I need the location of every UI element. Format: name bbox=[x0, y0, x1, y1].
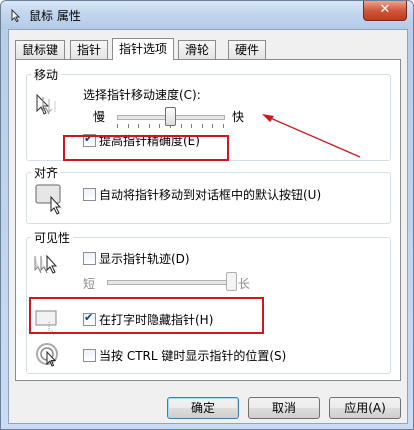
apply-button[interactable]: 应用(A) bbox=[329, 397, 401, 419]
speed-slider-tick bbox=[138, 124, 140, 128]
close-button[interactable]: ✕ bbox=[363, 1, 407, 21]
speed-slider-tick bbox=[148, 124, 150, 128]
ctrl-location-label[interactable]: 当按 CTRL 键时显示指针的位置(S) bbox=[99, 347, 286, 364]
show-location-icon bbox=[36, 343, 58, 367]
ctrl-location-checkbox[interactable] bbox=[83, 349, 96, 362]
speed-slider-tick bbox=[212, 124, 214, 128]
speed-slider-tick bbox=[180, 124, 182, 128]
motion-group-label: 移动 bbox=[31, 66, 62, 83]
trails-slider-track bbox=[107, 280, 233, 285]
mouse-properties-window: 鼠标 属性 ✕ 鼠标键 指针 指针选项 滑轮 硬件 移动 选择指针移动速度(C)… bbox=[0, 0, 414, 430]
snap-group-label: 对齐 bbox=[31, 164, 62, 181]
snap-label[interactable]: 自动将指针移动到对话框中的默认按钮(U) bbox=[99, 186, 321, 203]
speed-slider-tick bbox=[117, 124, 118, 128]
visibility-group-label: 可见性 bbox=[31, 229, 74, 246]
annotation-box-hide-pointer bbox=[29, 297, 264, 334]
fast-label: 快 bbox=[232, 110, 245, 124]
tab-pointer-options[interactable]: 指针选项 bbox=[112, 38, 175, 60]
annotation-arrow bbox=[262, 114, 361, 158]
tab-buttons[interactable]: 鼠标键 bbox=[15, 40, 66, 59]
slow-label: 慢 bbox=[93, 110, 106, 124]
dialog-client: 鼠标键 指针 指针选项 滑轮 硬件 移动 选择指针移动速度(C): 慢 快 ✔ … bbox=[8, 29, 408, 424]
annotation-box-precision bbox=[63, 135, 229, 161]
short-label: 短 bbox=[83, 277, 96, 291]
ok-button[interactable]: 确定 bbox=[167, 397, 239, 419]
speed-slider-tick bbox=[223, 124, 224, 128]
snap-to-group: 对齐 自动将指针移动到对话框中的默认按钮(U) bbox=[26, 164, 391, 224]
tab-pointers[interactable]: 指针 bbox=[70, 40, 109, 59]
pointer-trails-icon bbox=[34, 254, 58, 274]
tab-wheel[interactable]: 滑轮 bbox=[178, 40, 217, 59]
trails-label[interactable]: 显示指针轨迹(D) bbox=[99, 250, 190, 267]
speed-slider-tick bbox=[201, 124, 203, 128]
speed-slider-tick bbox=[127, 124, 129, 128]
trails-slider-thumb[interactable] bbox=[226, 272, 237, 291]
pointer-speed-icon bbox=[36, 93, 56, 115]
trails-checkbox[interactable] bbox=[83, 252, 96, 265]
long-label: 长 bbox=[238, 277, 251, 291]
speed-slider-thumb[interactable] bbox=[165, 107, 176, 126]
snap-checkbox[interactable] bbox=[83, 188, 96, 201]
speed-slider-tick bbox=[191, 124, 193, 128]
tab-hardware[interactable]: 硬件 bbox=[228, 40, 267, 59]
mouse-icon bbox=[11, 8, 21, 22]
cancel-button[interactable]: 取消 bbox=[248, 397, 320, 419]
speed-label: 选择指针移动速度(C): bbox=[83, 88, 201, 102]
snap-to-button-icon bbox=[35, 184, 62, 215]
title-bar[interactable]: 鼠标 属性 ✕ bbox=[1, 1, 413, 29]
speed-slider-tick bbox=[159, 124, 161, 128]
window-title: 鼠标 属性 bbox=[29, 9, 81, 23]
